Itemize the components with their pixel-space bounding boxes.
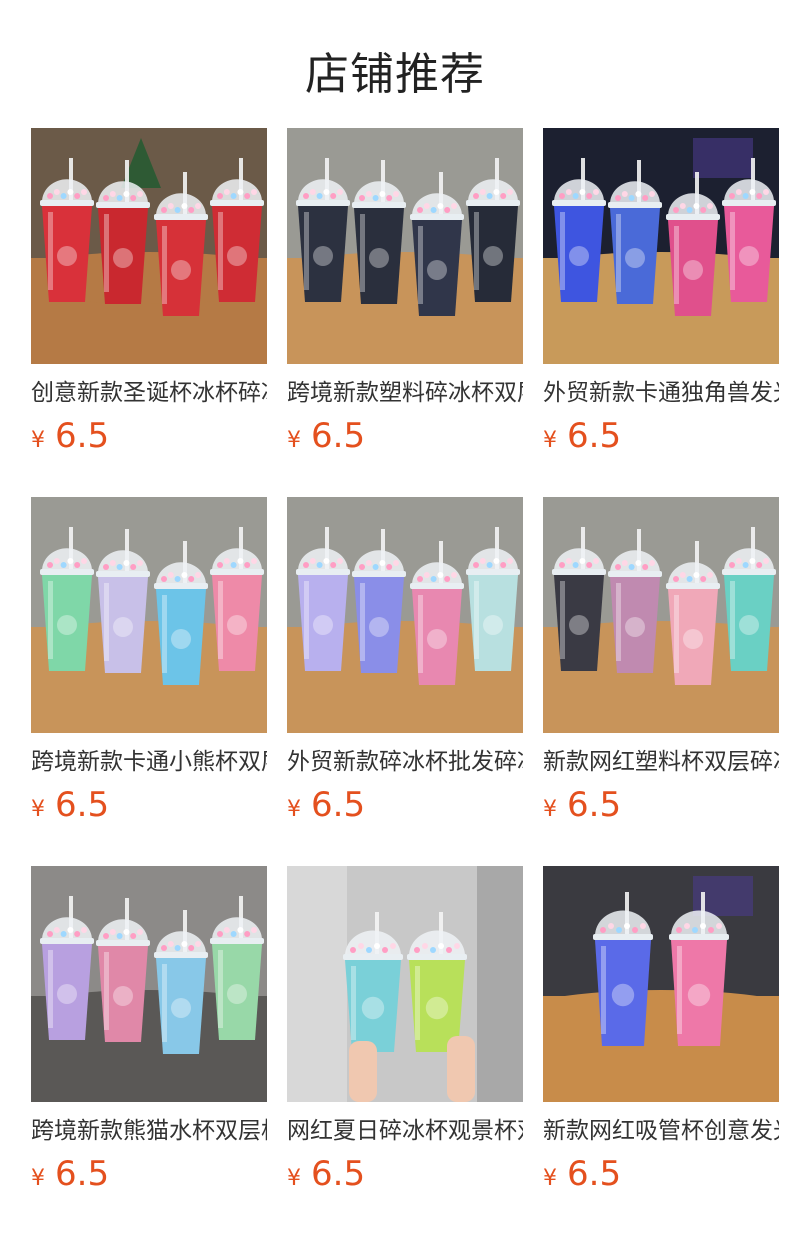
- product-name[interactable]: 网红夏日碎冰杯观景杯双层: [287, 1116, 523, 1146]
- currency-symbol: ¥: [287, 1166, 301, 1191]
- product-price: ¥6.5: [287, 785, 523, 825]
- product-card[interactable]: 新款网红塑料杯双层碎冰杯 ¥6.5: [543, 497, 779, 825]
- price-amount: 6.5: [567, 416, 622, 456]
- product-card[interactable]: 外贸新款碎冰杯批发碎冰杯 ¥6.5: [287, 497, 523, 825]
- product-name[interactable]: 跨境新款卡通小熊杯双层杯: [31, 747, 267, 777]
- currency-symbol: ¥: [31, 797, 45, 822]
- product-photo: [287, 128, 523, 364]
- product-image[interactable]: [287, 128, 523, 364]
- product-photo: [543, 866, 779, 1102]
- price-amount: 6.5: [567, 785, 622, 825]
- product-name[interactable]: 跨境新款熊猫水杯双层杯: [31, 1116, 267, 1146]
- product-price: ¥6.5: [31, 785, 267, 825]
- product-photo: [287, 866, 523, 1102]
- currency-symbol: ¥: [287, 428, 301, 453]
- currency-symbol: ¥: [31, 428, 45, 453]
- product-price: ¥6.5: [543, 785, 779, 825]
- product-name[interactable]: 创意新款圣诞杯冰杯碎冰杯: [31, 378, 267, 408]
- product-card[interactable]: 跨境新款塑料碎冰杯双层杯 ¥6.5: [287, 128, 523, 456]
- product-image[interactable]: [543, 866, 779, 1102]
- product-card[interactable]: 创意新款圣诞杯冰杯碎冰杯 ¥6.5: [31, 128, 267, 456]
- product-price: ¥6.5: [543, 416, 779, 456]
- price-amount: 6.5: [55, 416, 110, 456]
- page-title: 店铺推荐: [305, 49, 485, 100]
- price-amount: 6.5: [55, 785, 110, 825]
- price-amount: 6.5: [311, 1154, 366, 1194]
- price-amount: 6.5: [55, 1154, 110, 1194]
- product-image[interactable]: [543, 497, 779, 733]
- product-card[interactable]: 外贸新款卡通独角兽发光杯 ¥6.5: [543, 128, 779, 456]
- product-price: ¥6.5: [31, 416, 267, 456]
- currency-symbol: ¥: [543, 428, 557, 453]
- currency-symbol: ¥: [543, 1166, 557, 1191]
- product-name[interactable]: 新款网红吸管杯创意发光杯: [543, 1116, 779, 1146]
- product-card[interactable]: 新款网红吸管杯创意发光杯 ¥6.5: [543, 866, 779, 1194]
- product-name[interactable]: 外贸新款碎冰杯批发碎冰杯: [287, 747, 523, 777]
- product-photo: [287, 497, 523, 733]
- product-photo: [31, 497, 267, 733]
- product-card[interactable]: 网红夏日碎冰杯观景杯双层 ¥6.5: [287, 866, 523, 1194]
- product-name[interactable]: 外贸新款卡通独角兽发光杯: [543, 378, 779, 408]
- product-image[interactable]: [31, 866, 267, 1102]
- product-name[interactable]: 跨境新款塑料碎冰杯双层杯: [287, 378, 523, 408]
- product-photo: [543, 497, 779, 733]
- product-price: ¥6.5: [31, 1154, 267, 1194]
- product-image[interactable]: [543, 128, 779, 364]
- product-name[interactable]: 新款网红塑料杯双层碎冰杯: [543, 747, 779, 777]
- currency-symbol: ¥: [543, 797, 557, 822]
- product-image[interactable]: [31, 497, 267, 733]
- product-image[interactable]: [287, 497, 523, 733]
- price-amount: 6.5: [567, 1154, 622, 1194]
- product-image[interactable]: [31, 128, 267, 364]
- product-photo: [31, 866, 267, 1102]
- product-card[interactable]: 跨境新款卡通小熊杯双层杯 ¥6.5: [31, 497, 267, 825]
- currency-symbol: ¥: [31, 1166, 45, 1191]
- price-amount: 6.5: [311, 416, 366, 456]
- product-price: ¥6.5: [287, 416, 523, 456]
- product-price: ¥6.5: [287, 1154, 523, 1194]
- product-photo: [31, 128, 267, 364]
- store-recommendations-page: 店铺推荐 创意新款圣诞杯冰杯碎冰杯¥6.5跨境新款塑料碎冰杯双层杯¥6.5外贸新…: [0, 0, 790, 1236]
- product-photo: [543, 128, 779, 364]
- product-image[interactable]: [287, 866, 523, 1102]
- currency-symbol: ¥: [287, 797, 301, 822]
- price-amount: 6.5: [311, 785, 366, 825]
- product-price: ¥6.5: [543, 1154, 779, 1194]
- product-card[interactable]: 跨境新款熊猫水杯双层杯 ¥6.5: [31, 866, 267, 1194]
